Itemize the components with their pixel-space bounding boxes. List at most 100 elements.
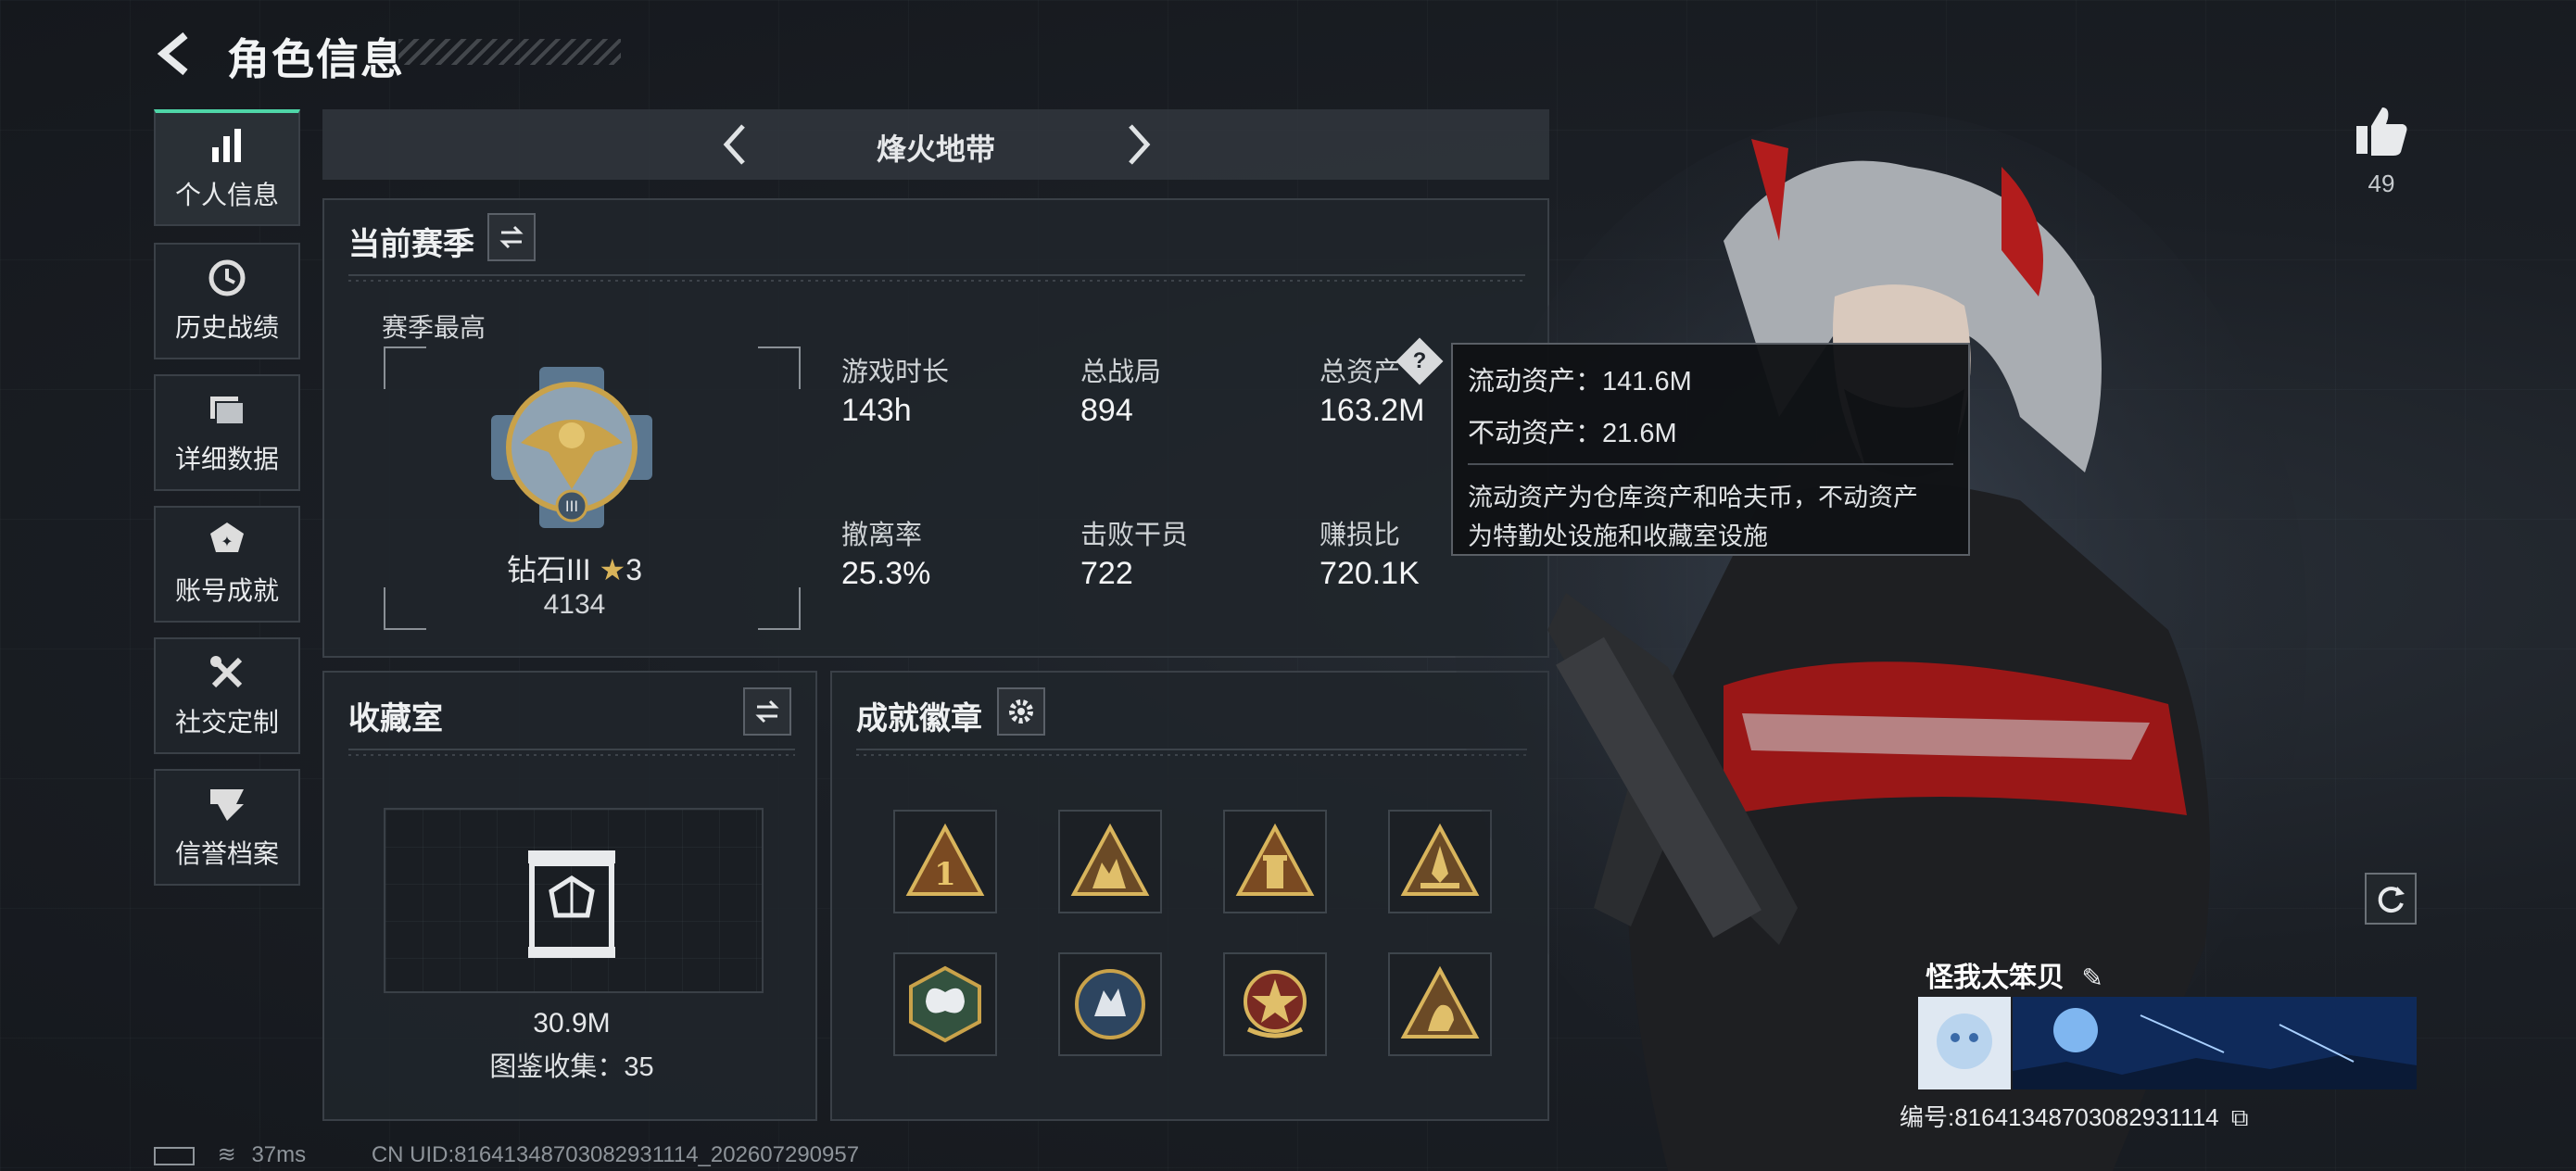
stat-value: 25.3%: [841, 556, 931, 591]
badge-slot[interactable]: [1223, 810, 1327, 913]
rank-score: 4134: [543, 589, 606, 620]
mode-next-button[interactable]: [1114, 120, 1162, 169]
player-id-row: 编号:8164134870308293111​4 ⧉: [1900, 1099, 2248, 1133]
svg-text:III: III: [565, 497, 578, 515]
divider: [856, 749, 1527, 758]
sidebar-item-label: 信誉档案: [174, 839, 279, 868]
badges-title: 成就徽章: [856, 701, 982, 737]
badge-1-icon: 1: [905, 823, 985, 896]
rank-diamond-icon: III: [491, 367, 652, 528]
rotate-view-button[interactable]: [2365, 873, 2417, 925]
back-arrow-icon: [157, 31, 188, 76]
stat-value: 720.1K: [1320, 556, 1420, 591]
mode-name: 烽火地带: [876, 132, 995, 166]
badge-soldiers-icon: [1070, 823, 1150, 896]
sidebar-item-achievements[interactable]: ✦ 账号成就: [154, 506, 300, 623]
like-count: 49: [2368, 170, 2395, 197]
sidebar-item-label: 历史战绩: [174, 313, 279, 342]
sidebar-item-label: 个人信息: [174, 181, 279, 209]
swap-icon: [499, 225, 524, 249]
thumbs-up-icon: [2356, 107, 2407, 156]
tools-icon: [210, 656, 243, 688]
sidebar-item-social[interactable]: 社交定制: [154, 637, 300, 754]
badges-settings-button[interactable]: [997, 687, 1045, 736]
assets-tooltip: 流动资产：141.6M 不动资产：21.6M 流动资产为仓库资产和哈夫币，不动资…: [1451, 343, 1970, 556]
sidebar-item-label: 账号成就: [174, 576, 279, 605]
badge-slot[interactable]: [1058, 810, 1162, 913]
badge-tower-icon: [1235, 823, 1315, 896]
collection-switch-button[interactable]: [743, 687, 791, 736]
stat-value: 722: [1080, 556, 1133, 591]
season-title: 当前赛季: [348, 227, 474, 262]
season-best-label: 赛季最高: [382, 313, 486, 342]
copy-icon[interactable]: ⧉: [2231, 1103, 2249, 1131]
ping-value: 37ms: [251, 1142, 307, 1167]
sidebar-item-detailed-data[interactable]: 详细数据: [154, 374, 300, 491]
stat-label: 总资产: [1320, 358, 1401, 387]
sidebar-item-label: 详细数据: [174, 445, 279, 473]
badge-slot[interactable]: [1058, 952, 1162, 1056]
wifi-icon: ≋: [217, 1142, 236, 1167]
svg-text:✦: ✦: [221, 533, 233, 550]
gear-icon: [1009, 699, 1033, 724]
uid-text: CN UID:8164134870308293111​4_20260729095…: [371, 1142, 860, 1167]
stat-label: 撤离率: [841, 521, 923, 550]
tooltip-liquid-assets: 流动资产：141.6M: [1468, 367, 1692, 397]
tooltip-divider: [1468, 463, 1953, 465]
chevron-right-icon: [1129, 124, 1151, 165]
back-button[interactable]: [148, 26, 213, 82]
tooltip-description-1: 流动资产为仓库资产和哈夫币，不动资产: [1468, 484, 1918, 511]
rank-line: 钻石III ★3: [324, 547, 825, 589]
help-icon-glyph: ?: [1412, 348, 1427, 373]
tooltip-fixed-assets: 不动资产：21.6M: [1468, 419, 1677, 448]
mode-selector: 烽火地带: [322, 109, 1549, 180]
divider: [348, 749, 795, 758]
frame-corner: [758, 346, 801, 389]
stat-label: 击败干员: [1080, 521, 1189, 550]
swap-icon: [755, 699, 779, 724]
player-name-row: 怪我太笨贝 ✎: [1926, 954, 2103, 995]
player-id: 编号:8164134870308293111​4: [1900, 1103, 2219, 1131]
collection-count: 图鉴收集：35: [489, 1052, 654, 1082]
rank-stars: 3: [625, 553, 643, 586]
frame-corner: [384, 346, 426, 389]
edit-name-icon[interactable]: ✎: [2081, 963, 2102, 992]
sidebar-item-reputation[interactable]: 信誉档案: [154, 769, 300, 886]
divider: [348, 274, 1525, 283]
svg-text:1: 1: [934, 856, 956, 893]
like-button[interactable]: 49: [2344, 102, 2418, 198]
badge-slot[interactable]: 1: [893, 810, 997, 913]
stat-label: 赚损比: [1320, 521, 1401, 550]
collection-value: 30.9M: [533, 1008, 611, 1039]
stat-value: 163.2M: [1320, 393, 1425, 428]
stat-value: 143h: [841, 393, 912, 428]
badge-slot[interactable]: [1223, 952, 1327, 1056]
player-name: 怪我太笨贝: [1926, 963, 2065, 993]
collection-title: 收藏室: [348, 701, 443, 737]
page-title: 角色信息: [227, 35, 405, 83]
rank-name: 钻石III: [506, 553, 591, 586]
star-icon: ★: [599, 553, 626, 586]
collection-panel[interactable]: 收藏室 30.9M 图鉴收集：35: [322, 671, 817, 1121]
achievement-icon: ✦: [210, 523, 244, 552]
bar-chart-icon: [212, 129, 241, 162]
sidebar-item-label: 社交定制: [174, 708, 279, 737]
season-switch-button[interactable]: [487, 213, 536, 261]
stat-label: 总战局: [1080, 358, 1162, 387]
badges-panel: 成就徽章 1: [830, 671, 1549, 1121]
profile-banner[interactable]: [1918, 997, 2417, 1089]
battery-icon: [154, 1146, 195, 1165]
tooltip-description-2: 为特勤处设施和收藏室设施: [1468, 523, 1768, 550]
badge-slot[interactable]: [893, 952, 997, 1056]
season-panel: 当前赛季 赛季最高 III 钻石III ★3 4134 游戏时长 143h 总战…: [322, 198, 1549, 658]
badge-star-icon: [1244, 970, 1307, 1039]
sidebar-item-history[interactable]: 历史战绩: [154, 243, 300, 359]
sidebar-item-personal-info[interactable]: 个人信息: [154, 109, 300, 226]
reputation-icon: [210, 789, 244, 821]
badge-butterfly-icon: [909, 965, 981, 1043]
refresh-icon: [2378, 887, 2405, 913]
vault-icon: [528, 850, 615, 958]
history-icon: [208, 259, 246, 296]
status-bar: ≋ 37ms CN UID:8164134870308293111​4_2026…: [154, 1141, 859, 1168]
badge-wolf-icon: [1075, 969, 1145, 1039]
